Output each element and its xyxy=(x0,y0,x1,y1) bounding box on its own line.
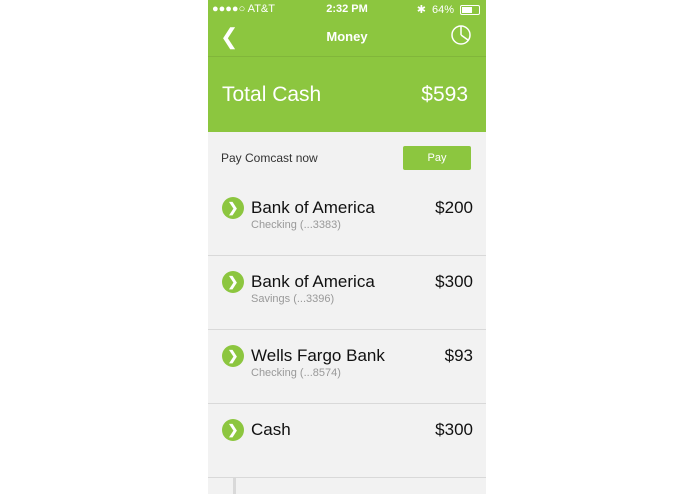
total-cash-banner: Total Cash $593 xyxy=(208,56,486,133)
bluetooth-icon: ✱ xyxy=(416,4,426,16)
battery-percent: 64% xyxy=(431,3,454,16)
total-cash-label: Total Cash xyxy=(222,83,322,106)
account-amount: $300 xyxy=(435,272,473,291)
account-amount: $93 xyxy=(444,346,473,365)
page-title: Money xyxy=(326,29,368,44)
account-row[interactable]: ❯ Bank of America Savings (...3396) $300 xyxy=(208,256,486,330)
pay-bill-row: Pay Comcast now Pay xyxy=(208,132,486,183)
account-row[interactable]: ❯ Bank of America Checking (...3383) $20… xyxy=(208,182,486,256)
account-detail: Checking (...8574) xyxy=(251,367,341,379)
status-bar: ●●●●○ AT&T 2:32 PM ✱ 64% xyxy=(208,0,486,18)
battery-icon xyxy=(460,4,480,15)
account-name: Bank of America xyxy=(251,272,375,291)
account-detail: Checking (...3383) xyxy=(251,219,341,231)
total-cash-value: $593 xyxy=(421,83,468,106)
account-amount: $200 xyxy=(435,198,473,217)
account-amount: $300 xyxy=(435,420,473,439)
account-name: Cash xyxy=(251,420,291,439)
nav-bar: ❮ Money xyxy=(208,18,486,56)
account-name: Bank of America xyxy=(251,198,375,217)
account-detail: Savings (...3396) xyxy=(251,293,335,305)
phone-screen: ●●●●○ AT&T 2:32 PM ✱ 64% ❮ Money Total C… xyxy=(208,0,486,494)
pay-button[interactable]: Pay xyxy=(403,146,471,170)
status-right: ✱ 64% xyxy=(417,3,480,16)
chevron-right-icon[interactable]: ❯ xyxy=(222,271,244,293)
chevron-right-icon[interactable]: ❯ xyxy=(222,197,244,219)
pay-bill-text: Pay Comcast now xyxy=(221,151,318,165)
account-row[interactable]: ❯ Wells Fargo Bank Checking (...8574) $9… xyxy=(208,330,486,404)
pie-chart-icon[interactable] xyxy=(450,24,472,46)
chevron-right-icon[interactable]: ❯ xyxy=(222,419,244,441)
account-name: Wells Fargo Bank xyxy=(251,346,385,365)
account-row[interactable]: ❯ Cash $300 xyxy=(208,404,486,478)
chevron-right-icon[interactable]: ❯ xyxy=(222,345,244,367)
